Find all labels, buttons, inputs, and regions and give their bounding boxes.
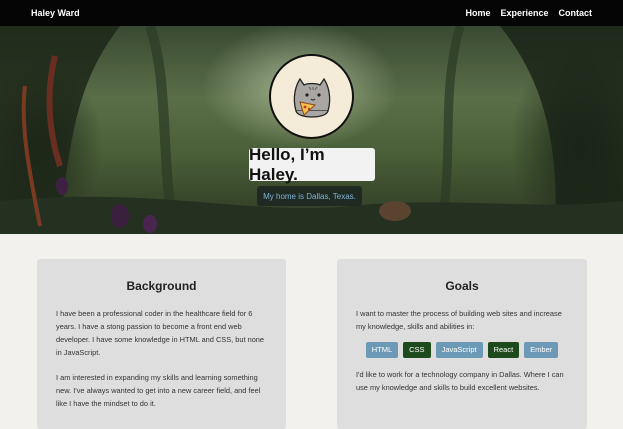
navbar: Haley Ward Home Experience Contact	[0, 0, 623, 26]
hero-banner: Hello, I’m Haley. My home is Dallas, Tex…	[0, 26, 623, 234]
nav-link-contact[interactable]: Contact	[559, 8, 593, 18]
background-paragraph-1: I have been a professional coder in the …	[56, 309, 265, 357]
skills-list: HTML CSS JavaScript React Ember	[337, 342, 587, 358]
pusheen-cat-pizza-icon	[293, 77, 330, 118]
brand-name[interactable]: Haley Ward	[31, 8, 80, 18]
goals-card: Goals I want to master the process of bu…	[337, 259, 587, 429]
skill-badge-html: HTML	[365, 342, 399, 358]
goals-heading: Goals	[445, 279, 479, 293]
hero-title: Hello, I’m Haley.	[249, 145, 375, 184]
skill-badge-react: React	[487, 342, 520, 358]
nav-link-experience[interactable]: Experience	[500, 8, 548, 18]
skill-badge-javascript: JavaScript	[435, 342, 483, 358]
hero-subtitle: My home is Dallas, Texas.	[257, 186, 362, 206]
goals-outro: I'd like to work for a technology compan…	[356, 370, 564, 392]
goals-intro: I want to master the process of building…	[356, 309, 562, 331]
nav-links: Home Experience Contact	[465, 8, 592, 18]
avatar	[269, 54, 354, 139]
skill-badge-css: CSS	[403, 342, 431, 358]
background-heading: Background	[126, 279, 197, 293]
background-paragraph-2: I am interested in expanding my skills a…	[56, 373, 261, 408]
background-card: Background I have been a professional co…	[37, 259, 286, 429]
nav-link-home[interactable]: Home	[465, 8, 490, 18]
skill-badge-ember: Ember	[524, 342, 559, 358]
